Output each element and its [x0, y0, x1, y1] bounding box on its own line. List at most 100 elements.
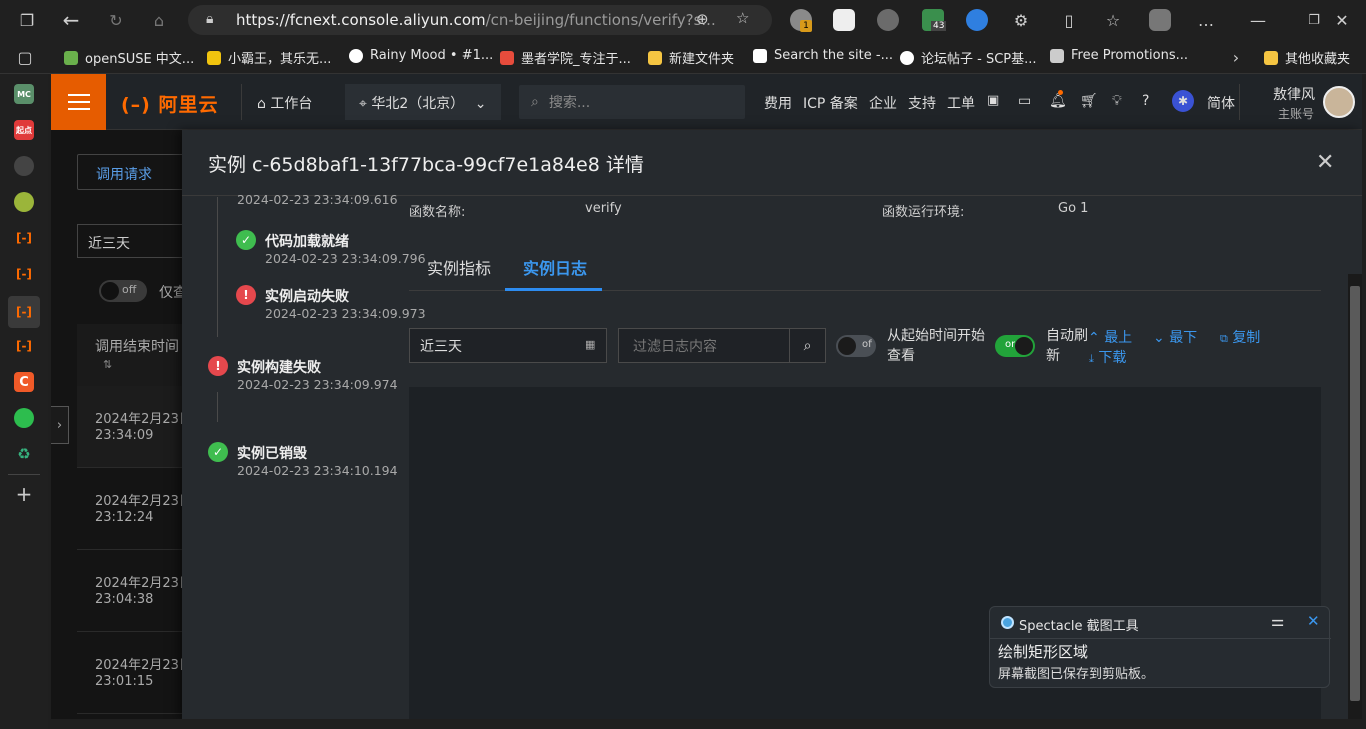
scroll-bottom-link[interactable]: ⌄ 最下 [1153, 327, 1197, 347]
aliyun-icon[interactable]: [-] [14, 228, 34, 248]
aliyun-icon[interactable]: [-] [14, 336, 34, 356]
mc-icon[interactable]: MC [14, 84, 34, 104]
home-icon[interactable]: ⌂ [148, 9, 170, 31]
close-icon[interactable]: ✕ [1307, 612, 1320, 630]
bookmark-item[interactable]: Rainy Mood • #1... [349, 48, 493, 63]
split-screen-icon[interactable]: ▯ [1058, 9, 1080, 31]
screenshot-notification[interactable]: Spectacle 截图工具 ⚌ ✕ 绘制矩形区域 屏幕截图已保存到剪贴板。 [989, 606, 1331, 688]
c-app-icon[interactable]: C [14, 372, 34, 392]
chevron-right-icon[interactable]: › [1225, 46, 1247, 68]
github-icon[interactable] [14, 156, 34, 176]
bookmark-favicon-icon [900, 50, 914, 65]
browser-sidebar: MC 起点 [-] [-] [-] [-] C ♻ + [0, 74, 48, 729]
restore-icon[interactable]: ❐ [1303, 9, 1325, 31]
scroll-top-link[interactable]: ⌃ 最上 [1088, 327, 1132, 347]
back-icon[interactable]: ← [60, 8, 82, 32]
copy-link[interactable]: ⧉ 复制 [1220, 327, 1260, 347]
bg-toggle[interactable]: off [99, 280, 147, 302]
refresh-icon[interactable]: ↻ [105, 9, 127, 31]
bell-icon[interactable]: 🔔︎ [1049, 90, 1067, 109]
other-bookmarks-folder[interactable]: 其他收藏夹 [1264, 48, 1350, 67]
profile-avatar[interactable] [1149, 9, 1171, 31]
avatar[interactable] [1323, 86, 1355, 118]
minimize-icon[interactable]: — [1247, 9, 1269, 31]
close-window-icon[interactable]: ✕ [1331, 9, 1353, 31]
ghost-extension-icon[interactable] [833, 9, 855, 31]
table-row[interactable]: 2024年2月23日 23:34:09 [77, 386, 192, 468]
cart-icon[interactable]: 🛒︎ [1080, 93, 1098, 109]
nav-link-icp[interactable]: ICP 备案 [803, 93, 858, 113]
settings-sliders-icon[interactable]: ⚌ [1271, 612, 1284, 630]
recycle-icon[interactable]: ♻ [14, 444, 34, 464]
table-row[interactable]: 2024年2月23日 23:04:38 [77, 550, 192, 632]
add-icon[interactable]: + [14, 482, 34, 506]
address-bar[interactable]: 🔒︎ https://fcnext.console.aliyun.com/cn-… [188, 5, 772, 35]
auto-refresh-toggle[interactable]: on [995, 335, 1035, 357]
aliyun-icon[interactable]: [-] [14, 264, 34, 284]
check-icon: ✓ [208, 442, 228, 462]
spectacle-app-icon [1001, 616, 1014, 629]
log-search-button[interactable]: ⌕ [789, 328, 826, 363]
nav-link-support[interactable]: 支持 [908, 93, 936, 113]
log-filter-input[interactable]: 过滤日志内容 [618, 328, 790, 363]
scroll-bottom-label: 最下 [1169, 330, 1198, 346]
bookmark-item[interactable]: Search the site -... [753, 48, 893, 63]
ai-assistant-icon[interactable]: ✱ [1172, 90, 1194, 112]
bookmark-item[interactable]: openSUSE 中文... [64, 48, 194, 67]
qidian-icon[interactable]: 起点 [14, 120, 34, 140]
expand-arrow-button[interactable]: › [51, 406, 69, 444]
tab-invocations[interactable]: 调用请求 [77, 154, 187, 190]
bookmark-item[interactable]: 论坛帖子 - SCP基... [900, 48, 1037, 67]
extension-avatar-icon[interactable]: 1 [790, 9, 812, 32]
bg-time-filter[interactable]: 近三天 [77, 224, 187, 258]
workbench-link[interactable]: ⌂ 工作台 [257, 93, 312, 113]
help-icon[interactable]: ? [1142, 93, 1149, 109]
shield-extension-icon[interactable]: 43 [922, 9, 947, 31]
table-row[interactable]: 2024年2月23日 23:12:24 [77, 468, 192, 550]
search-input[interactable]: ⌕ 搜索... [519, 85, 745, 119]
lock-icon[interactable]: 🔒︎ [206, 11, 213, 27]
search-placeholder: 搜索... [548, 95, 591, 111]
sort-icon[interactable]: ⇅ [103, 358, 112, 371]
lightbulb-icon[interactable]: 💡︎ [1112, 93, 1122, 109]
nav-link-ticket[interactable]: 工单 [947, 93, 975, 113]
tabs-icon[interactable]: ▢ [14, 46, 36, 68]
from-start-toggle[interactable]: off [836, 335, 876, 357]
bookmark-folder[interactable]: 新建文件夹 [648, 48, 734, 67]
tab-instance-logs[interactable]: 实例日志 [523, 255, 587, 279]
aliyun-logo[interactable]: (–) 阿里云 [121, 90, 219, 117]
language-switch[interactable]: 简体 [1207, 93, 1235, 113]
page-scrollbar-thumb[interactable] [1350, 286, 1360, 701]
bookmark-item[interactable]: 小霸王，其乐无... [207, 48, 331, 67]
nav-link-enterprise[interactable]: 企业 [869, 93, 897, 113]
zoom-icon[interactable]: ⊕ [696, 10, 709, 28]
app-icon[interactable]: ▣ [987, 93, 999, 108]
region-selector[interactable]: ⌖ 华北2（北京） ⌄ [345, 84, 501, 120]
time-range-picker[interactable]: 近三天 ▦ [409, 328, 607, 363]
more-icon[interactable]: … [1195, 9, 1217, 31]
download-link[interactable]: ⤓ 下载 [1089, 347, 1126, 367]
tab-instance-metrics[interactable]: 实例指标 [427, 255, 491, 279]
sidebar-divider [8, 474, 40, 475]
user-name[interactable]: 敖律风 [1273, 84, 1315, 104]
terminal-icon[interactable]: ▭ [1018, 93, 1031, 109]
extensions-puzzle-icon[interactable]: ⚙ [1010, 9, 1032, 31]
close-icon[interactable]: ✕ [1316, 150, 1334, 175]
favorites-icon[interactable]: ☆ [1102, 9, 1124, 31]
glasses-extension-icon[interactable] [877, 9, 899, 31]
nav-divider [241, 84, 242, 120]
favorite-star-icon[interactable]: ☆ [736, 9, 749, 27]
puzzle-icon[interactable] [14, 192, 34, 212]
browser-extension-icon[interactable] [966, 9, 988, 31]
nav-link-fee[interactable]: 费用 [764, 93, 792, 113]
bookmark-item[interactable]: 墨者学院_专注于... [500, 48, 631, 67]
bookmark-label: Free Promotions... [1071, 48, 1189, 63]
workspaces-icon[interactable]: ❐ [16, 9, 38, 31]
bookmark-item[interactable]: Free Promotions... [1050, 48, 1188, 63]
copy-icon: ⧉ [1220, 332, 1228, 345]
wechat-icon[interactable] [14, 408, 34, 428]
timeline-title: 实例启动失败 [265, 289, 349, 305]
table-row[interactable]: 2024年2月23日 23:01:15 [77, 632, 192, 714]
menu-button[interactable] [51, 74, 106, 130]
aliyun-icon[interactable]: [-] [8, 296, 40, 328]
